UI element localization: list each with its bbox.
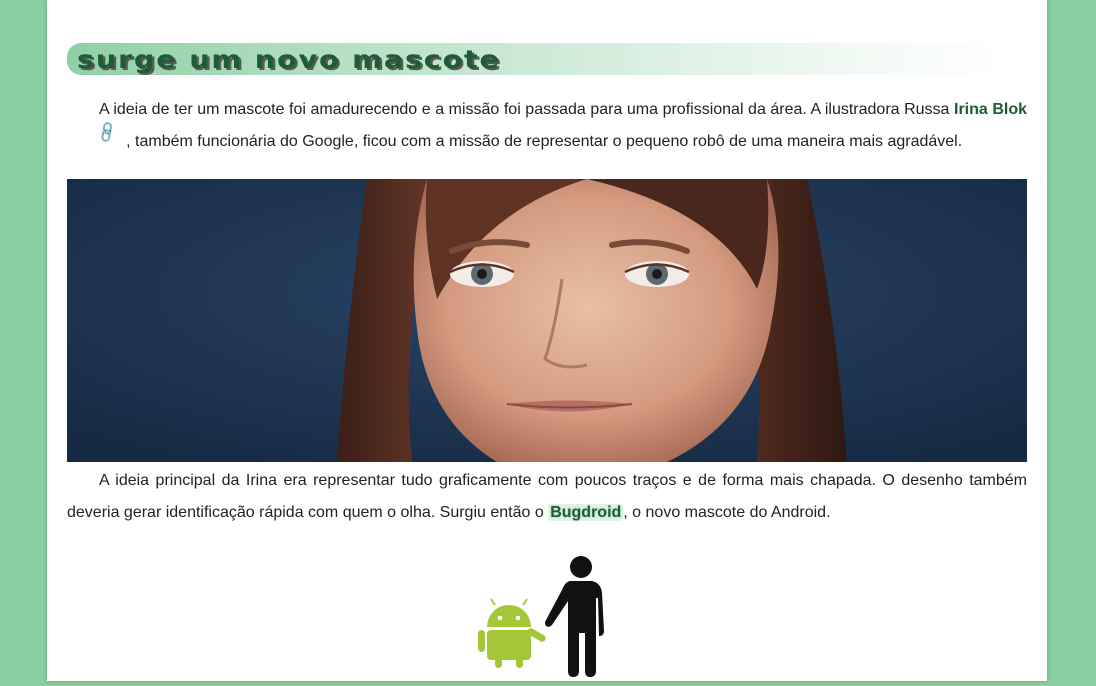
section-heading-bar: Surge um novo mascote	[67, 43, 1007, 75]
person-figure-icon	[545, 556, 604, 677]
paragraph-bugdroid-text-end: , o novo mascote do Android.	[623, 504, 831, 521]
section-title: Surge um novo mascote	[77, 45, 501, 74]
paragraph-intro-text-end: , também funcionária do Google, ficou co…	[121, 133, 963, 150]
article-page: Surge um novo mascote A ideia de ter um …	[47, 0, 1047, 681]
paragraph-bugdroid-text: A ideia principal da Irina era represent…	[67, 472, 1027, 521]
link-icon[interactable]: 🔗	[64, 114, 124, 169]
android-and-person-illustration	[477, 553, 617, 681]
irina-portrait-photo	[67, 179, 1027, 462]
paragraph-intro: A ideia de ter um mascote foi amadurecen…	[67, 94, 1027, 158]
paragraph-intro-text: A ideia de ter um mascote foi amadurecen…	[99, 101, 954, 118]
bugdroid-highlight: Bugdroid	[548, 504, 624, 521]
android-robot-icon	[478, 598, 546, 668]
irina-blok-link-label[interactable]: Irina Blok	[954, 101, 1027, 118]
paragraph-bugdroid: A ideia principal da Irina era represent…	[67, 465, 1027, 529]
